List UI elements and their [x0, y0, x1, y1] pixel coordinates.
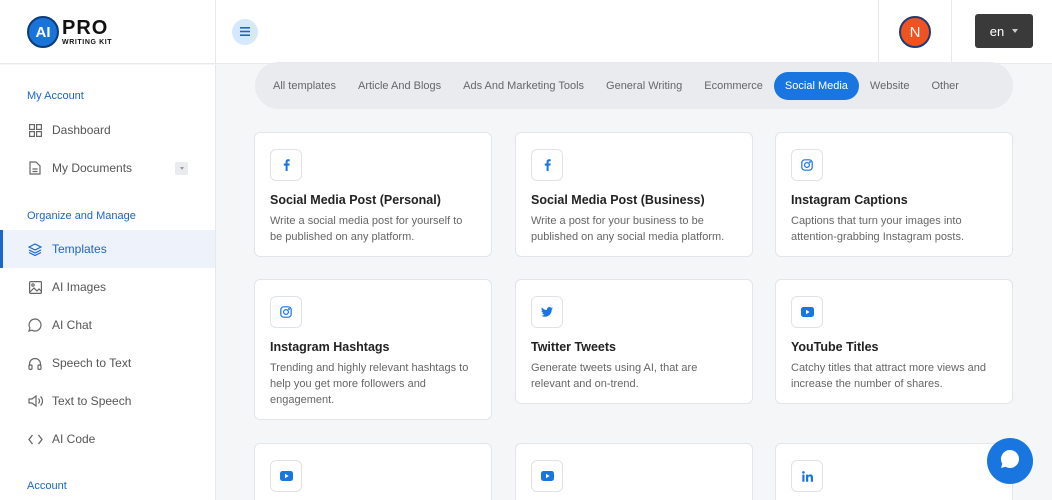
sidebar-item-my-documents[interactable]: My Documents	[0, 149, 215, 187]
template-card[interactable]: Social Media Post (Personal) Write a soc…	[254, 132, 492, 257]
sidebar-toggle-button[interactable]	[232, 19, 258, 45]
sidebar-item-dashboard[interactable]: Dashboard	[0, 111, 215, 149]
sidebar-item-label: AI Code	[52, 432, 96, 446]
card-title: Social Media Post (Business)	[531, 193, 705, 207]
avatar[interactable]: N	[899, 16, 931, 48]
card-title: YouTube Titles	[791, 340, 879, 354]
speaker-icon	[27, 393, 43, 409]
template-card[interactable]: Social Media Post (Business) Write a pos…	[515, 132, 753, 257]
document-icon	[27, 160, 43, 176]
template-card[interactable]: Twitter Tweets Generate tweets using AI,…	[515, 279, 753, 404]
template-card[interactable]: Instagram Hashtags Trending and highly r…	[254, 279, 492, 420]
card-description: Captions that turn your images into atte…	[791, 215, 965, 243]
section-account: Account	[27, 480, 67, 492]
card-description: Generate tweets using AI, that are relev…	[531, 362, 698, 390]
headphones-icon	[27, 355, 43, 371]
youtube-icon	[791, 296, 823, 328]
support-chat-button[interactable]	[987, 438, 1033, 484]
tab-website[interactable]: Website	[859, 72, 921, 100]
card-description: Catchy titles that attract more views an…	[791, 362, 987, 390]
hamburger-icon	[240, 23, 250, 41]
chat-icon	[999, 448, 1021, 475]
user-menu[interactable]: N	[878, 0, 952, 64]
language-select[interactable]: en	[975, 14, 1033, 48]
template-card[interactable]: Instagram Captions Captions that turn yo…	[775, 132, 1013, 257]
sidebar-item-label: AI Chat	[52, 318, 93, 332]
card-title: Instagram Captions	[791, 193, 908, 207]
card-description: Write a post for your business to be pub…	[531, 215, 725, 243]
grid-icon	[27, 122, 43, 138]
logo[interactable]: AI PRO WRITING KIT	[0, 0, 216, 64]
instagram-icon	[270, 296, 302, 328]
tab-ecommerce[interactable]: Ecommerce	[693, 72, 774, 100]
instagram-icon	[791, 149, 823, 181]
chevron-down-icon	[1012, 29, 1019, 33]
card-title: Social Media Post (Personal)	[270, 193, 441, 207]
logo-subtitle: WRITING KIT	[62, 39, 113, 46]
sidebar-item-ai-code[interactable]: AI Code	[0, 420, 215, 458]
layers-icon	[27, 241, 43, 257]
facebook-icon	[270, 149, 302, 181]
tab-other[interactable]: Other	[920, 72, 970, 100]
card-description: Trending and highly relevant hashtags to…	[270, 362, 469, 406]
template-category-tabs: All templates Article And Blogs Ads And …	[255, 62, 1013, 109]
language-label: en	[989, 23, 1005, 39]
card-title: Twitter Tweets	[531, 340, 616, 354]
youtube-icon	[531, 460, 563, 492]
sidebar-item-templates[interactable]: Templates	[0, 230, 215, 268]
sidebar-item-label: Speech to Text	[52, 356, 132, 370]
top-header: AI PRO WRITING KIT N en	[0, 0, 1052, 64]
tab-all-templates[interactable]: All templates	[262, 72, 347, 100]
tab-article-and-blogs[interactable]: Article And Blogs	[347, 72, 452, 100]
facebook-icon	[531, 149, 563, 181]
sidebar-item-label: My Documents	[52, 161, 133, 175]
sidebar-item-ai-chat[interactable]: AI Chat	[0, 306, 215, 344]
chat-icon	[27, 317, 43, 333]
sidebar-item-label: Dashboard	[52, 123, 111, 137]
template-card[interactable]: YouTube Titles Catchy titles that attrac…	[775, 279, 1013, 404]
tab-ads-and-marketing[interactable]: Ads And Marketing Tools	[452, 72, 595, 100]
logo-mark: AI	[27, 16, 59, 48]
twitter-icon	[531, 296, 563, 328]
sidebar-item-speech-to-text[interactable]: Speech to Text	[0, 344, 215, 382]
image-icon	[27, 279, 43, 295]
code-icon	[27, 431, 43, 447]
section-my-account: My Account	[27, 90, 84, 102]
logo-name: PRO	[62, 17, 109, 39]
linkedin-icon	[791, 460, 823, 492]
tab-general-writing[interactable]: General Writing	[595, 72, 693, 100]
sidebar-item-label: Templates	[52, 242, 107, 256]
sidebar: My Account Dashboard My Documents Organi…	[0, 65, 216, 500]
tab-social-media[interactable]: Social Media	[773, 71, 859, 100]
sidebar-item-text-to-speech[interactable]: Text to Speech	[0, 382, 215, 420]
card-title: Instagram Hashtags	[270, 340, 390, 354]
dropdown-toggle[interactable]	[175, 161, 188, 175]
template-card[interactable]	[775, 443, 1013, 500]
sidebar-item-label: AI Images	[52, 280, 107, 294]
sidebar-item-label: Text to Speech	[52, 394, 132, 408]
chevron-down-icon	[179, 166, 184, 170]
youtube-icon	[270, 460, 302, 492]
template-card[interactable]	[515, 443, 753, 500]
template-card[interactable]	[254, 443, 492, 500]
card-description: Write a social media post for yourself t…	[270, 215, 463, 243]
section-organize: Organize and Manage	[27, 210, 136, 222]
sidebar-item-ai-images[interactable]: AI Images	[0, 268, 215, 306]
